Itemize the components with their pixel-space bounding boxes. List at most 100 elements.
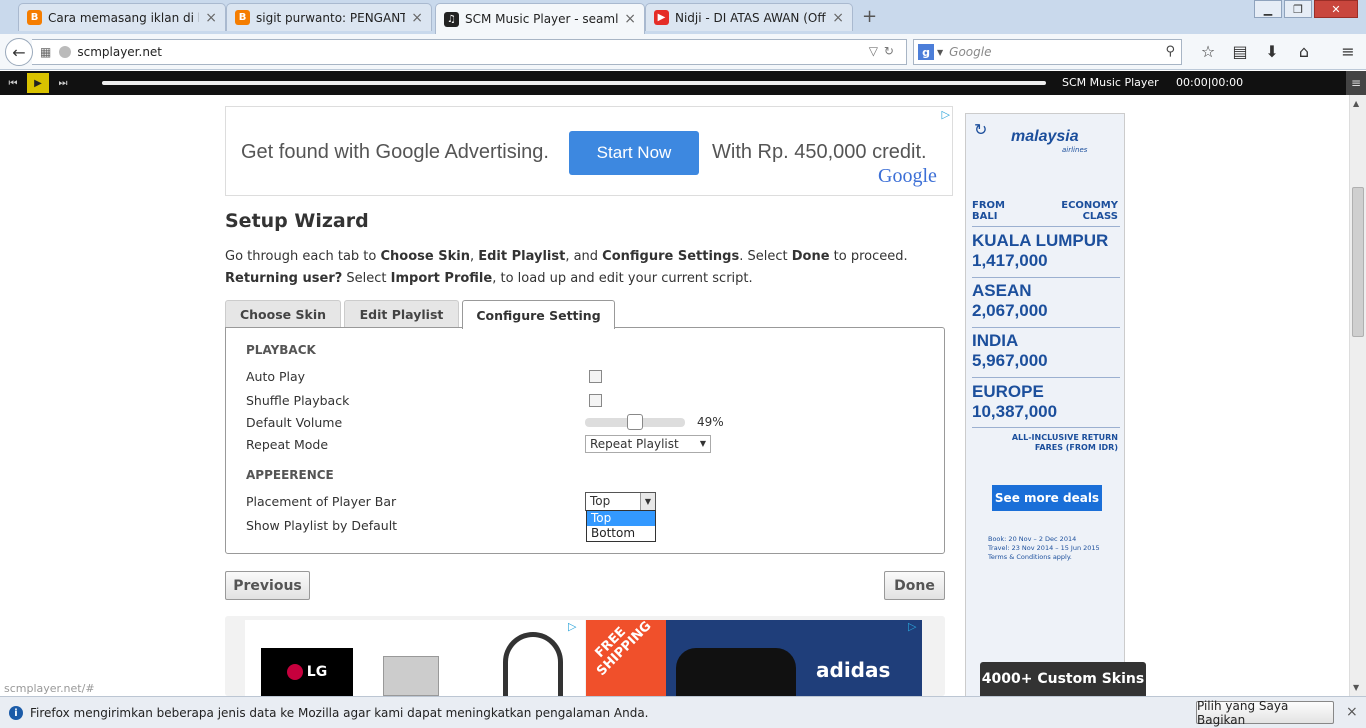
tab-edit-playlist[interactable]: Edit Playlist [344, 300, 459, 328]
tab-choose-skin[interactable]: Choose Skin [225, 300, 341, 328]
product-ad[interactable]: LG [245, 620, 585, 696]
browser-tab-1[interactable]: B Cara memasang iklan di bl... × [18, 3, 226, 31]
chevron-down-icon[interactable]: ▼ [937, 48, 943, 57]
close-window-icon[interactable]: ✕ [1314, 0, 1358, 18]
bottom-ad[interactable]: LG ▷ FREE SHIPPING adidas ▷ [225, 616, 945, 696]
previous-track-icon[interactable]: ⏮ [2, 73, 24, 93]
repeat-mode-value: Repeat Playlist [590, 437, 679, 451]
placement-option-top[interactable]: Top [587, 511, 655, 526]
default-volume-label: Default Volume [246, 415, 343, 430]
close-tab-icon[interactable]: × [205, 10, 217, 26]
done-button[interactable]: Done [884, 571, 945, 600]
site-identity-icon[interactable] [59, 46, 72, 58]
ad-text-left: Get found with Google Advertising. [241, 141, 549, 163]
repeat-mode-select[interactable]: Repeat Playlist ▼ [585, 435, 711, 453]
divider [972, 327, 1120, 328]
placement-label: Placement of Player Bar [246, 494, 397, 509]
divider [972, 427, 1120, 428]
playlist-menu-icon[interactable]: ≡ [1346, 71, 1366, 95]
blogger-icon: B [27, 10, 42, 25]
home-icon[interactable]: ⌂ [1288, 42, 1320, 61]
choose-what-i-share-button[interactable]: Pilih yang Saya Bagikan [1196, 699, 1334, 727]
volume-value: 49% [697, 415, 724, 429]
bookmarks-list-icon[interactable]: ▤ [1224, 42, 1256, 61]
minimize-icon[interactable]: ▁ [1254, 0, 1282, 18]
volume-slider[interactable] [585, 414, 685, 430]
player-time: 00:00|00:00 [1176, 76, 1244, 89]
close-tab-icon[interactable]: × [411, 10, 423, 26]
see-more-deals-button[interactable]: See more deals [992, 485, 1102, 511]
adchoices-icon[interactable]: ▷ [942, 108, 950, 121]
previous-button[interactable]: Previous [225, 571, 310, 600]
auto-play-checkbox[interactable] [589, 370, 602, 383]
shirt-image [676, 648, 796, 696]
blogger-icon: B [235, 10, 250, 25]
toolbar-icons: ☆ ▤ ⬇ ⌂ ≡ [1192, 42, 1364, 61]
close-tab-icon[interactable]: × [624, 11, 636, 27]
tab-title: SCM Music Player - seamle... [465, 12, 619, 26]
google-engine-icon[interactable]: g [918, 44, 934, 60]
destination-item: ASEAN 2,067,000 [972, 281, 1048, 320]
back-arrow-icon[interactable]: ← [5, 38, 33, 66]
intro-text: Go through each tab to Choose Skin, Edit… [225, 249, 908, 286]
placement-option-bottom[interactable]: Bottom [587, 526, 655, 541]
search-input[interactable]: g ▼ Google ⚲ [913, 39, 1182, 65]
notification-message: Firefox mengirimkan beberapa jenis data … [30, 706, 649, 720]
shuffle-checkbox[interactable] [589, 394, 602, 407]
appearance-heading: APPEERENCE [246, 468, 334, 482]
custom-skins-badge[interactable]: 4000+ Custom Skins [980, 662, 1146, 696]
malaysia-logo-sub: airlines [1062, 146, 1088, 154]
window-controls: ▁ ❐ ✕ [1252, 0, 1358, 18]
destination-item: INDIA 5,967,000 [972, 331, 1048, 370]
adidas-ad[interactable]: FREE SHIPPING adidas [586, 620, 922, 696]
next-track-icon[interactable]: ⏭ [52, 73, 74, 93]
divider [972, 226, 1120, 227]
scroll-up-icon[interactable]: ▲ [1353, 99, 1359, 108]
fine-print: Book: 20 Nov – 2 Dec 2014 Travel: 23 Nov … [988, 535, 1100, 561]
menu-icon[interactable]: ≡ [1332, 42, 1364, 61]
tab-strip: B Cara memasang iklan di bl... × B sigit… [0, 0, 1366, 34]
music-note-icon: ♫ [444, 11, 459, 27]
maximize-icon[interactable]: ❐ [1284, 0, 1312, 18]
play-icon[interactable]: ▶ [27, 73, 49, 93]
browser-tab-3[interactable]: ♫ SCM Music Player - seamle... × [435, 3, 645, 34]
chevron-down-icon[interactable]: ▼ [640, 493, 655, 510]
vertical-scrollbar[interactable]: ▲ ▼ [1349, 95, 1366, 696]
new-tab-icon[interactable]: + [862, 6, 877, 27]
tab-title: sigit purwanto: PENGANT... [256, 10, 406, 25]
close-icon[interactable]: × [1346, 704, 1358, 720]
tab-configure-setting[interactable]: Configure Setting [462, 300, 615, 329]
url-text[interactable]: scmplayer.net [77, 45, 162, 59]
malaysia-airlines-ad[interactable]: ↻ malaysia airlines FROM BALI ECONOMY CLAS… [965, 113, 1125, 698]
placement-dropdown: Top Bottom [586, 510, 656, 542]
url-actions[interactable]: ▽↻ [869, 44, 900, 58]
info-icon: i [9, 706, 23, 720]
search-icon[interactable]: ⚲ [1165, 44, 1175, 59]
placement-value: Top [590, 494, 611, 508]
status-url: scmplayer.net/# [4, 682, 95, 695]
url-bar[interactable]: ▦ scmplayer.net ▽↻ [32, 39, 907, 65]
lg-tv-image: LG [261, 648, 353, 696]
scroll-thumb[interactable] [1352, 187, 1364, 337]
browser-tab-2[interactable]: B sigit purwanto: PENGANT... × [226, 3, 432, 31]
browser-tab-4[interactable]: ▶ Nidji - DI ATAS AWAN (Off... × [645, 3, 853, 31]
refresh-icon[interactable]: ↻ [974, 120, 987, 139]
lg-logo-icon [286, 664, 303, 680]
adchoices-icon[interactable]: ▷ [908, 620, 916, 633]
volume-slider-handle[interactable] [627, 414, 644, 430]
adidas-logo: adidas [816, 658, 891, 682]
google-logo: Google [878, 165, 937, 187]
adchoices-icon[interactable]: ▷ [568, 620, 576, 633]
class-label: ECONOMY CLASS [1061, 200, 1118, 222]
apps-grid-icon[interactable]: ▦ [40, 45, 51, 59]
placement-select[interactable]: Top ▼ [585, 492, 656, 511]
scroll-down-icon[interactable]: ▼ [1353, 683, 1359, 692]
download-icon[interactable]: ⬇ [1256, 42, 1288, 61]
search-placeholder: Google [949, 45, 992, 59]
google-ad-banner[interactable]: Get found with Google Advertising. Start… [225, 106, 953, 196]
progress-bar[interactable] [102, 81, 1046, 85]
navigation-bar: ▦ scmplayer.net ▽↻ ← g ▼ Google ⚲ ☆ ▤ ⬇ … [0, 34, 1366, 70]
close-tab-icon[interactable]: × [832, 10, 844, 26]
start-now-button[interactable]: Start Now [569, 131, 699, 175]
bookmark-star-icon[interactable]: ☆ [1192, 42, 1224, 61]
